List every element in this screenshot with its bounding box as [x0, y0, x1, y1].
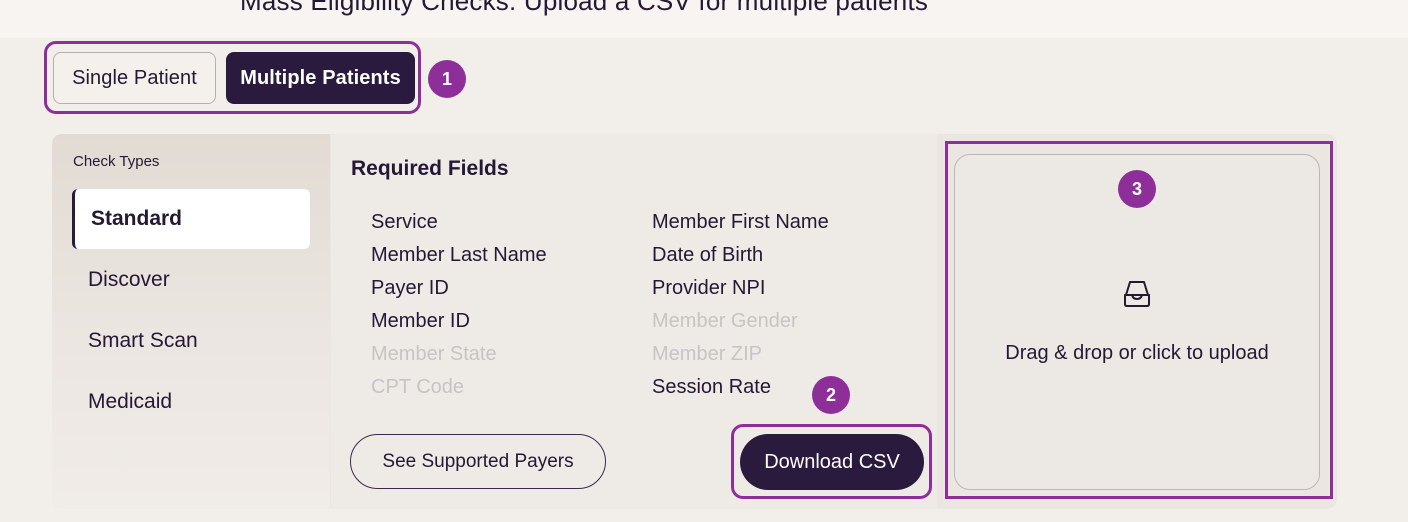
field-provider-npi: Provider NPI: [652, 277, 766, 299]
sidebar-item-smart-scan[interactable]: Smart Scan: [72, 311, 310, 371]
multiple-patients-button[interactable]: Multiple Patients: [226, 52, 415, 104]
field-service: Service: [371, 211, 438, 233]
inbox-tray-icon: [1124, 281, 1150, 307]
field-payer-id: Payer ID: [371, 277, 449, 299]
sidebar-item-medicaid[interactable]: Medicaid: [72, 372, 310, 432]
top-strip: Mass Eligibility Checks: Upload a CSV fo…: [0, 0, 1408, 38]
field-session-rate: Session Rate: [652, 376, 771, 398]
field-cpt-code: CPT Code: [371, 376, 465, 398]
field-member-last-name: Member Last Name: [371, 244, 547, 266]
field-member-gender: Member Gender: [652, 310, 798, 332]
see-supported-payers-button[interactable]: See Supported Payers: [350, 434, 606, 489]
sidebar-item-discover[interactable]: Discover: [72, 250, 310, 310]
field-date-of-birth: Date of Birth: [652, 244, 764, 266]
cropped-heading: Mass Eligibility Checks: Upload a CSV fo…: [240, 0, 929, 16]
field-member-zip: Member ZIP: [652, 343, 763, 365]
upload-instructions: Drag & drop or click to upload: [1005, 342, 1269, 364]
field-member-id: Member ID: [371, 310, 470, 332]
single-patient-button[interactable]: Single Patient: [53, 52, 216, 104]
sidebar-title: Check Types: [73, 153, 160, 170]
step-badge-2: 2: [812, 376, 850, 414]
field-member-first-name: Member First Name: [652, 211, 829, 233]
step-badge-1: 1: [428, 60, 466, 98]
required-fields-title: Required Fields: [351, 157, 509, 180]
field-member-state: Member State: [371, 343, 497, 365]
step-badge-3: 3: [1118, 170, 1156, 208]
download-csv-button[interactable]: Download CSV: [740, 434, 924, 490]
sidebar-item-standard[interactable]: Standard: [72, 189, 310, 249]
